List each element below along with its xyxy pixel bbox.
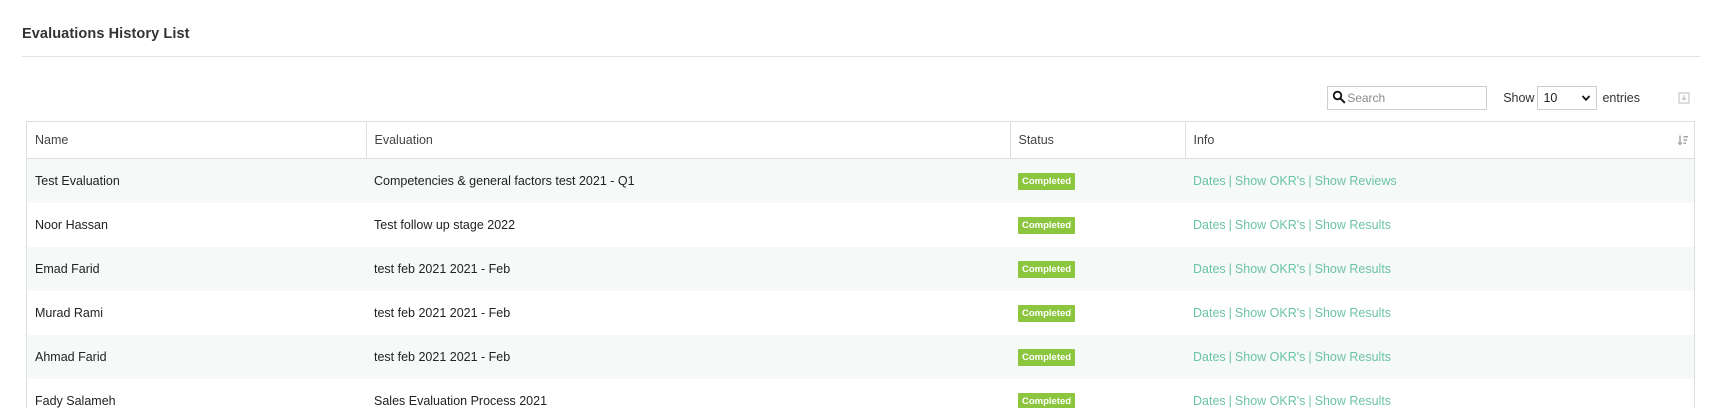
- status-badge: Completed: [1018, 172, 1076, 190]
- table-toolbar: Show 10 entries: [1327, 85, 1694, 111]
- cell-evaluation: Competencies & general factors test 2021…: [366, 158, 1010, 203]
- table-row: Emad Farid test feb 2021 2021 - Feb Comp…: [27, 247, 1694, 291]
- cell-info: Dates | Show OKR's | Show Results: [1185, 203, 1694, 247]
- cell-status: Completed: [1010, 247, 1185, 291]
- link-separator: |: [1228, 218, 1232, 232]
- table-row: Ahmad Farid test feb 2021 2021 - Feb Com…: [27, 335, 1694, 379]
- link-separator: |: [1228, 262, 1232, 276]
- link-separator: |: [1228, 174, 1232, 188]
- table-row: Test Evaluation Competencies & general f…: [27, 158, 1694, 203]
- link-separator: |: [1228, 394, 1232, 408]
- show-label: Show: [1503, 91, 1535, 105]
- show-reviews-link[interactable]: Show Reviews: [1315, 174, 1397, 188]
- dates-link[interactable]: Dates: [1193, 174, 1226, 188]
- status-badge: Completed: [1018, 260, 1076, 278]
- column-header-info[interactable]: Info: [1185, 122, 1694, 159]
- dates-link[interactable]: Dates: [1193, 306, 1226, 320]
- link-separator: |: [1308, 306, 1312, 320]
- link-separator: |: [1308, 174, 1312, 188]
- link-separator: |: [1228, 306, 1232, 320]
- cell-name: Fady Salameh: [27, 379, 366, 408]
- cell-name: Noor Hassan: [27, 203, 366, 247]
- table-row: Noor Hassan Test follow up stage 2022 Co…: [27, 203, 1694, 247]
- link-separator: |: [1308, 218, 1312, 232]
- cell-name: Emad Farid: [27, 247, 366, 291]
- cell-evaluation: Sales Evaluation Process 2021: [366, 379, 1010, 408]
- show-okrs-link[interactable]: Show OKR's: [1235, 174, 1305, 188]
- show-okrs-link[interactable]: Show OKR's: [1235, 262, 1305, 276]
- export-icon[interactable]: [1678, 92, 1690, 104]
- cell-status: Completed: [1010, 379, 1185, 408]
- show-okrs-link[interactable]: Show OKR's: [1235, 394, 1305, 408]
- dates-link[interactable]: Dates: [1193, 218, 1226, 232]
- cell-info: Dates | Show OKR's | Show Results: [1185, 379, 1694, 408]
- show-okrs-link[interactable]: Show OKR's: [1235, 218, 1305, 232]
- show-results-link[interactable]: Show Results: [1315, 394, 1391, 408]
- status-badge: Completed: [1018, 348, 1076, 366]
- cell-name: Test Evaluation: [27, 158, 366, 203]
- sort-icon[interactable]: [1677, 134, 1689, 146]
- column-header-name[interactable]: Name: [27, 122, 367, 159]
- entries-label: entries: [1602, 91, 1640, 105]
- column-header-evaluation[interactable]: Evaluation: [366, 122, 1011, 159]
- cell-info: Dates | Show OKR's | Show Results: [1185, 291, 1694, 335]
- cell-status: Completed: [1010, 291, 1185, 335]
- entries-select[interactable]: 10: [1537, 86, 1598, 110]
- cell-evaluation: Test follow up stage 2022: [366, 203, 1010, 247]
- link-separator: |: [1308, 394, 1312, 408]
- dates-link[interactable]: Dates: [1193, 262, 1226, 276]
- link-separator: |: [1308, 350, 1312, 364]
- cell-evaluation: test feb 2021 2021 - Feb: [366, 247, 1010, 291]
- table-row: Murad Rami test feb 2021 2021 - Feb Comp…: [27, 291, 1694, 335]
- dates-link[interactable]: Dates: [1193, 394, 1226, 408]
- search-input[interactable]: [1347, 87, 1483, 109]
- table-header-row: Name Evaluation Status Info: [27, 122, 1694, 159]
- link-separator: |: [1308, 262, 1312, 276]
- show-results-link[interactable]: Show Results: [1315, 262, 1391, 276]
- show-results-link[interactable]: Show Results: [1315, 218, 1391, 232]
- dates-link[interactable]: Dates: [1193, 350, 1226, 364]
- show-okrs-link[interactable]: Show OKR's: [1235, 350, 1305, 364]
- page-title: Evaluations History List: [22, 26, 190, 42]
- evaluations-table: Name Evaluation Status Info Test Evaluat…: [26, 121, 1695, 408]
- table-row: Fady Salameh Sales Evaluation Process 20…: [27, 379, 1694, 408]
- column-header-info-label: Info: [1193, 133, 1215, 147]
- show-okrs-link[interactable]: Show OKR's: [1235, 306, 1305, 320]
- status-badge: Completed: [1018, 392, 1076, 408]
- status-badge: Completed: [1018, 304, 1076, 322]
- cell-info: Dates | Show OKR's | Show Results: [1185, 335, 1694, 379]
- search-icon: [1332, 90, 1346, 104]
- cell-status: Completed: [1010, 335, 1185, 379]
- search-box[interactable]: [1327, 86, 1488, 110]
- cell-evaluation: test feb 2021 2021 - Feb: [366, 291, 1010, 335]
- cell-status: Completed: [1010, 158, 1185, 203]
- column-header-status[interactable]: Status: [1010, 122, 1186, 159]
- show-results-link[interactable]: Show Results: [1315, 306, 1391, 320]
- cell-evaluation: test feb 2021 2021 - Feb: [366, 335, 1010, 379]
- cell-name: Ahmad Farid: [27, 335, 366, 379]
- chevron-down-icon: [1582, 95, 1591, 102]
- page: Evaluations History List Show 10 entries: [0, 0, 1716, 408]
- show-results-link[interactable]: Show Results: [1315, 350, 1391, 364]
- cell-name: Murad Rami: [27, 291, 366, 335]
- title-divider: [22, 56, 1700, 57]
- link-separator: |: [1228, 350, 1232, 364]
- cell-info: Dates | Show OKR's | Show Reviews: [1185, 158, 1694, 203]
- cell-status: Completed: [1010, 203, 1185, 247]
- cell-info: Dates | Show OKR's | Show Results: [1185, 247, 1694, 291]
- entries-select-value: 10: [1543, 91, 1558, 105]
- status-badge: Completed: [1018, 216, 1076, 234]
